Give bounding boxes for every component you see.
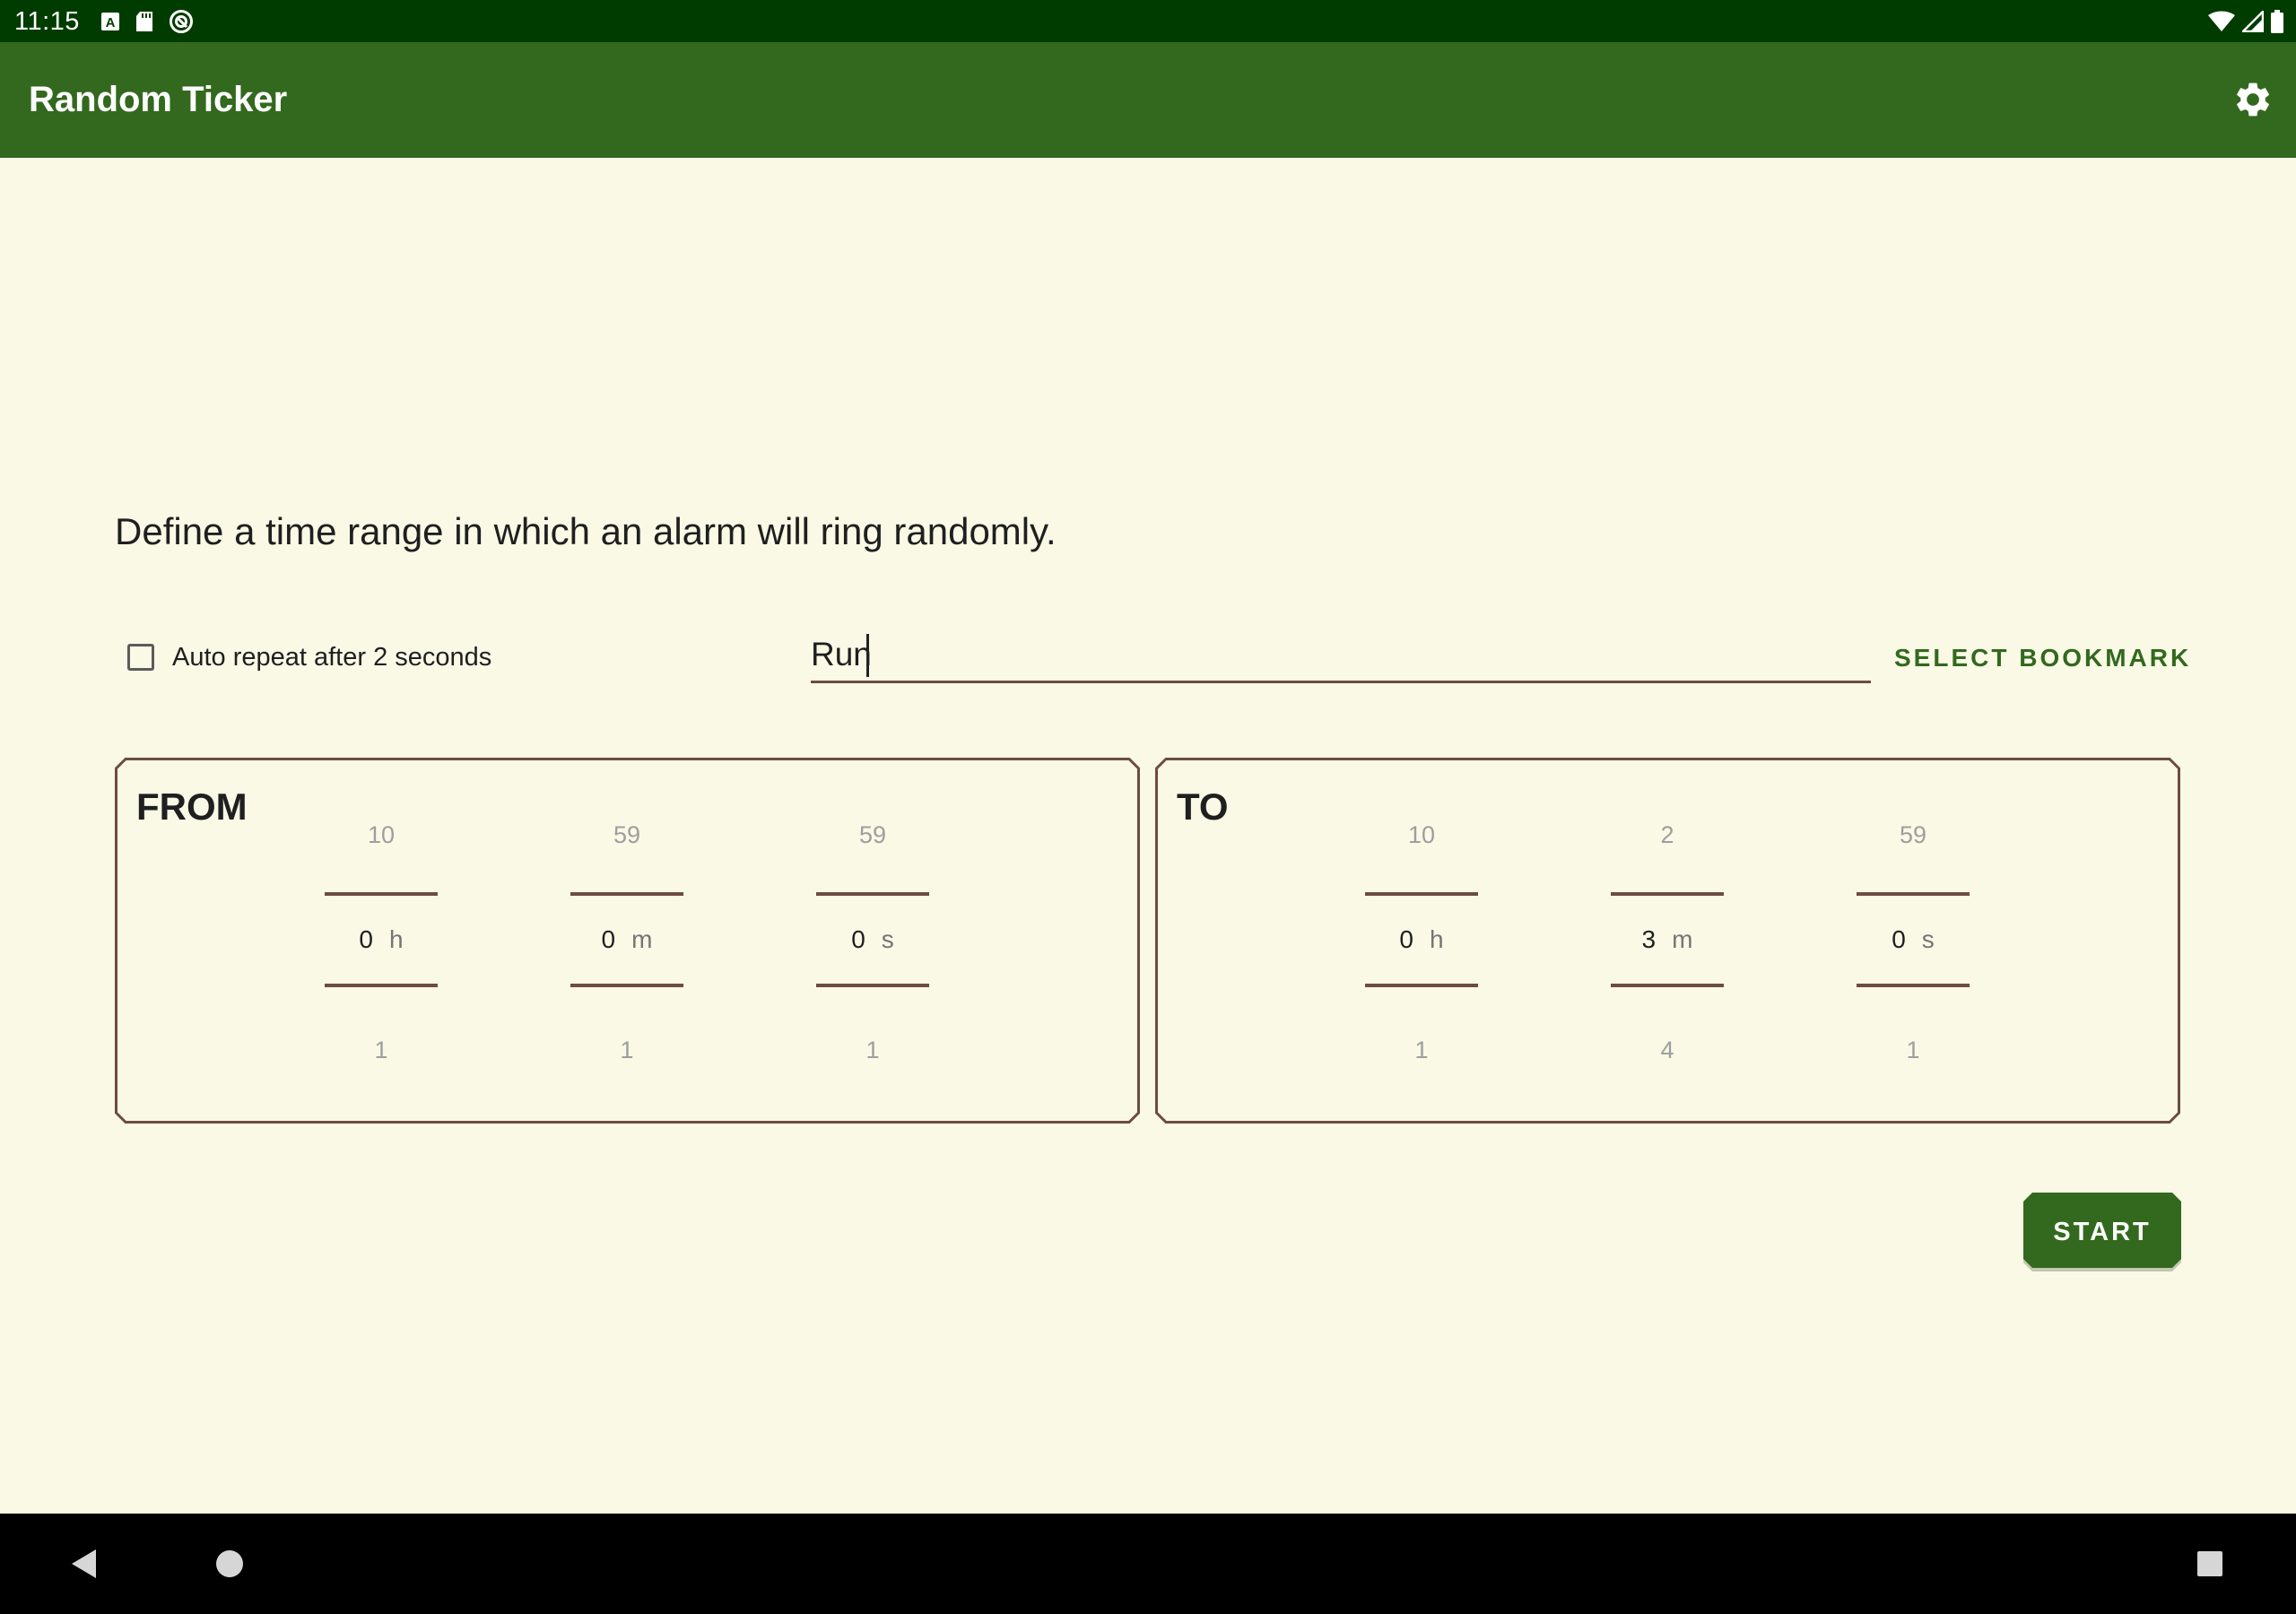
- picker-next-value[interactable]: 1: [323, 1036, 439, 1064]
- picker-prev-value[interactable]: 10: [323, 820, 439, 849]
- picker-divider: [1611, 892, 1724, 896]
- picker-next-value[interactable]: 1: [569, 1036, 685, 1064]
- picker-value: 0: [359, 925, 373, 953]
- picker-divider: [570, 984, 683, 987]
- home-icon: [216, 1550, 243, 1577]
- picker-current[interactable]: 0 m: [569, 924, 685, 955]
- picker-current[interactable]: 0 h: [1363, 924, 1480, 955]
- picker-unit: h: [1430, 925, 1444, 953]
- status-time: 11:15: [14, 7, 80, 36]
- alarm-name-input[interactable]: [811, 628, 1871, 683]
- picker-current[interactable]: 3 m: [1609, 924, 1726, 955]
- picker-divider: [570, 892, 683, 896]
- from-hours-picker[interactable]: 10 0 h 1: [323, 758, 439, 1124]
- wifi-icon: [2208, 11, 2235, 32]
- picker-current[interactable]: 0 h: [323, 924, 439, 955]
- picker-prev-value[interactable]: 59: [1855, 820, 1971, 849]
- picker-next-value[interactable]: 4: [1609, 1036, 1726, 1064]
- from-seconds-picker[interactable]: 59 0 s 1: [814, 758, 931, 1124]
- status-bar: 11:15 A: [0, 0, 2296, 42]
- description-text: Define a time range in which an alarm wi…: [115, 510, 1057, 552]
- home-button[interactable]: [204, 1539, 255, 1589]
- picker-divider: [816, 892, 929, 896]
- picker-divider: [1365, 892, 1478, 896]
- picker-value: 0: [1892, 925, 1906, 953]
- picker-divider: [1857, 984, 1970, 987]
- auto-repeat-checkbox[interactable]: Auto repeat after 2 seconds: [127, 639, 491, 675]
- picker-divider: [1365, 984, 1478, 987]
- start-button[interactable]: START: [2023, 1193, 2181, 1271]
- status-icons-right: [2208, 7, 2283, 36]
- to-title: TO: [1177, 785, 1229, 828]
- sd-card-icon: [135, 11, 154, 32]
- battery-icon: [2271, 10, 2283, 33]
- picker-value: 0: [601, 925, 616, 953]
- picker-prev-value[interactable]: 59: [569, 820, 685, 849]
- picker-prev-value[interactable]: 59: [814, 820, 931, 849]
- back-icon: [72, 1549, 96, 1578]
- settings-button[interactable]: [2230, 76, 2276, 123]
- sync-circle-icon: [169, 9, 194, 34]
- picker-divider: [325, 984, 438, 987]
- select-bookmark-button[interactable]: SELECT BOOKMARK: [1894, 643, 2191, 673]
- picker-value: 0: [851, 925, 865, 953]
- picker-unit: s: [1921, 925, 1935, 953]
- picker-divider: [1857, 892, 1970, 896]
- picker-unit: m: [631, 925, 653, 953]
- picker-current[interactable]: 0 s: [814, 924, 931, 955]
- text-notification-icon: A: [100, 12, 120, 31]
- picker-value: 3: [1641, 925, 1657, 953]
- to-minutes-picker[interactable]: 2 3 m 4: [1609, 758, 1726, 1124]
- recents-button[interactable]: [2185, 1539, 2235, 1589]
- picker-prev-value[interactable]: 10: [1363, 820, 1480, 849]
- picker-current[interactable]: 0 s: [1855, 924, 1971, 955]
- svg-text:A: A: [106, 15, 116, 30]
- picker-prev-value[interactable]: 2: [1609, 820, 1726, 849]
- to-seconds-picker[interactable]: 59 0 s 1: [1855, 758, 1971, 1124]
- picker-divider: [816, 984, 929, 987]
- to-panel: TO 10 0 h 1 2 3 m 4 59 0 s 1: [1155, 758, 2180, 1124]
- auto-repeat-label: Auto repeat after 2 seconds: [172, 643, 492, 672]
- start-label: START: [2053, 1217, 2152, 1246]
- from-minutes-picker[interactable]: 59 0 m 1: [569, 758, 685, 1124]
- picker-unit: h: [389, 925, 404, 953]
- signal-icon: [2242, 11, 2264, 32]
- gear-icon: [2237, 82, 2269, 117]
- app-bar: Random Ticker: [0, 42, 2296, 158]
- picker-unit: s: [881, 925, 894, 953]
- status-icons-left: A: [100, 7, 194, 36]
- picker-next-value[interactable]: 1: [1363, 1036, 1480, 1064]
- to-hours-picker[interactable]: 10 0 h 1: [1363, 758, 1480, 1124]
- picker-divider: [325, 892, 438, 896]
- back-button[interactable]: [59, 1539, 109, 1589]
- from-title: FROM: [136, 785, 248, 828]
- recents-icon: [2197, 1551, 2222, 1576]
- text-cursor: [866, 634, 869, 677]
- picker-next-value[interactable]: 1: [1855, 1036, 1971, 1064]
- picker-next-value[interactable]: 1: [814, 1036, 931, 1064]
- checkbox-box[interactable]: [127, 644, 154, 671]
- picker-unit: m: [1672, 925, 1693, 953]
- from-panel: FROM 10 0 h 1 59 0 m 1 59 0 s 1: [115, 758, 1140, 1124]
- picker-divider: [1611, 984, 1724, 987]
- navigation-bar: [0, 1514, 2296, 1614]
- app-title: Random Ticker: [29, 80, 288, 119]
- picker-value: 0: [1399, 925, 1413, 953]
